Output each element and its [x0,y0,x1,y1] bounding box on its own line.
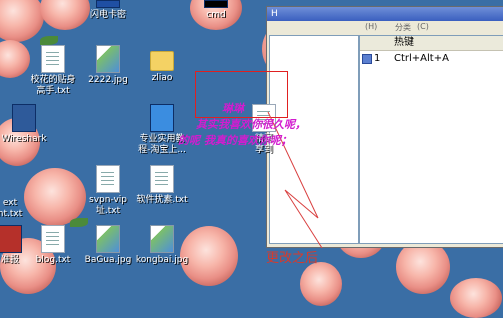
caption-text: 更改之后 [266,251,319,266]
handwriting-line-1: 琳琳 [222,102,244,115]
handwriting-line-3: 的呢 我真的喜欢你呢； [178,134,292,147]
arrow-annotation [267,111,323,249]
desktop: H (H) 分类 (C) 热键 1 Ctrl+Alt+A 闪电卡密 cmd 校花… [0,0,503,318]
handwriting-line-2: 其实我喜欢你很久呢， [196,118,306,131]
